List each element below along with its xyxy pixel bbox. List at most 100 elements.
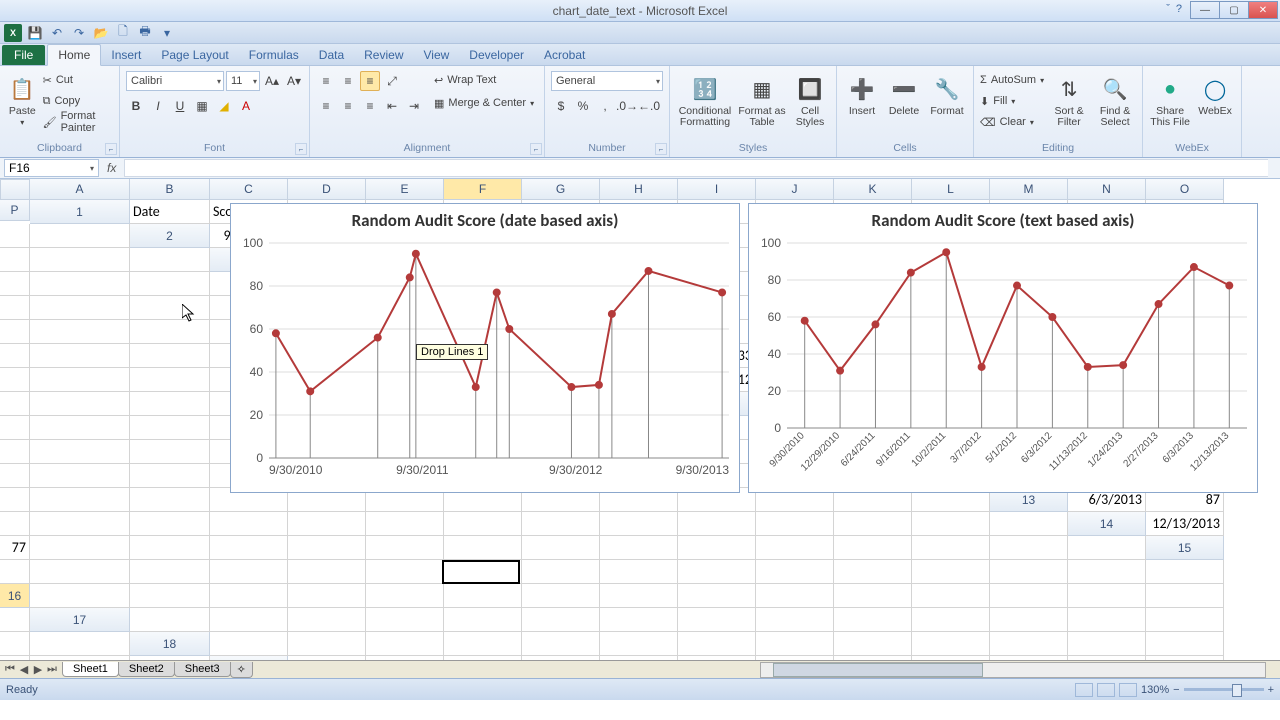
cell[interactable]	[210, 560, 288, 584]
grow-font-button[interactable]: A▴	[262, 71, 282, 91]
cell[interactable]	[30, 560, 130, 584]
close-button[interactable]: ✕	[1248, 1, 1278, 19]
cell[interactable]	[0, 296, 30, 320]
cell[interactable]	[0, 560, 30, 584]
cell[interactable]	[600, 536, 678, 560]
conditional-formatting-button[interactable]: 🔢Conditional Formatting	[676, 71, 734, 137]
tab-formulas[interactable]: Formulas	[239, 45, 309, 65]
currency-button[interactable]: $	[551, 96, 571, 116]
undo-icon[interactable]: ↶	[48, 24, 66, 42]
cell[interactable]	[834, 608, 912, 632]
sort-filter-button[interactable]: ⇅Sort & Filter	[1048, 71, 1090, 137]
orientation-button[interactable]: ⤢	[382, 71, 402, 91]
cell[interactable]	[130, 248, 210, 272]
open-icon[interactable]: 📂	[92, 24, 110, 42]
column-header[interactable]: O	[1146, 179, 1224, 200]
redo-icon[interactable]: ↷	[70, 24, 88, 42]
cell[interactable]	[990, 536, 1068, 560]
cell[interactable]	[912, 632, 990, 656]
cell[interactable]	[990, 560, 1068, 584]
cell[interactable]	[1146, 560, 1224, 584]
name-box[interactable]: F16	[4, 159, 99, 177]
chart-text-axis[interactable]: Random Audit Score (text based axis) 020…	[748, 203, 1258, 493]
cell[interactable]	[912, 512, 990, 536]
column-header[interactable]: I	[678, 179, 756, 200]
page-layout-view-button[interactable]	[1097, 683, 1115, 697]
cell[interactable]	[30, 392, 130, 416]
column-header[interactable]: H	[600, 179, 678, 200]
cell[interactable]	[130, 488, 210, 512]
number-launcher[interactable]: ⌐	[655, 143, 667, 155]
cell[interactable]	[30, 512, 130, 536]
cell[interactable]	[30, 416, 130, 440]
cell[interactable]	[130, 584, 210, 608]
cell[interactable]	[522, 632, 600, 656]
cell[interactable]	[0, 440, 30, 464]
row-header[interactable]: 18	[130, 632, 210, 656]
cell[interactable]	[678, 584, 756, 608]
cell[interactable]	[30, 296, 130, 320]
column-header[interactable]: K	[834, 179, 912, 200]
cell[interactable]	[288, 536, 366, 560]
share-file-button[interactable]: ●Share This File	[1149, 71, 1191, 137]
cell[interactable]	[30, 344, 130, 368]
cell[interactable]	[288, 608, 366, 632]
cell[interactable]	[912, 608, 990, 632]
cell[interactable]	[678, 512, 756, 536]
cell[interactable]	[30, 320, 130, 344]
cell[interactable]	[756, 512, 834, 536]
cell[interactable]	[1068, 560, 1146, 584]
border-button[interactable]: ▦	[192, 96, 212, 116]
cell[interactable]	[30, 632, 130, 656]
underline-button[interactable]: U	[170, 96, 190, 116]
normal-view-button[interactable]	[1075, 683, 1093, 697]
zoom-slider[interactable]	[1184, 688, 1264, 691]
tab-file[interactable]: File	[2, 45, 45, 65]
sheet-tab-2[interactable]: Sheet2	[118, 662, 175, 677]
fill-color-button[interactable]: ◢	[214, 96, 234, 116]
cell[interactable]	[130, 560, 210, 584]
excel-icon[interactable]: X	[4, 24, 22, 42]
cell[interactable]	[210, 512, 288, 536]
cell[interactable]: 77	[0, 536, 30, 560]
cell[interactable]	[288, 632, 366, 656]
increase-decimal-button[interactable]: .0→	[617, 96, 637, 116]
tab-home[interactable]: Home	[47, 44, 101, 66]
bold-button[interactable]: B	[126, 96, 146, 116]
align-bottom-button[interactable]: ≡	[360, 71, 380, 91]
cell[interactable]	[366, 560, 444, 584]
zoom-level[interactable]: 130%	[1141, 684, 1169, 696]
format-cells-button[interactable]: 🔧Format	[927, 71, 967, 137]
cell[interactable]	[522, 536, 600, 560]
cell[interactable]	[366, 536, 444, 560]
minimize-ribbon-icon[interactable]: ˇ	[1166, 3, 1170, 15]
cell[interactable]	[130, 440, 210, 464]
merge-center-button[interactable]: ▦Merge & Center▾	[434, 94, 534, 112]
cell[interactable]	[0, 608, 30, 632]
cell[interactable]	[0, 488, 30, 512]
cell[interactable]	[522, 608, 600, 632]
cell[interactable]	[30, 248, 130, 272]
cell[interactable]	[210, 632, 288, 656]
decrease-indent-button[interactable]: ⇤	[382, 96, 402, 116]
align-center-button[interactable]: ≡	[338, 96, 358, 116]
cell[interactable]	[600, 632, 678, 656]
column-header[interactable]: C	[210, 179, 288, 200]
column-header[interactable]: A	[30, 179, 130, 200]
tab-insert[interactable]: Insert	[101, 45, 151, 65]
font-name-combo[interactable]: Calibri	[126, 71, 224, 91]
cell[interactable]	[444, 608, 522, 632]
chart-date-axis[interactable]: Random Audit Score (date based axis) 020…	[230, 203, 740, 493]
cell[interactable]	[834, 584, 912, 608]
cell[interactable]	[0, 416, 30, 440]
cell[interactable]	[0, 224, 30, 248]
help-icon[interactable]: ?	[1176, 3, 1182, 15]
save-icon[interactable]: 💾	[26, 24, 44, 42]
format-painter-button[interactable]: 🖌Format Painter	[43, 113, 113, 131]
cell[interactable]	[1068, 584, 1146, 608]
cell[interactable]	[0, 512, 30, 536]
cell[interactable]	[30, 368, 130, 392]
cell[interactable]	[522, 512, 600, 536]
print-preview-icon[interactable]: 🖶	[136, 24, 154, 42]
cell[interactable]	[366, 632, 444, 656]
